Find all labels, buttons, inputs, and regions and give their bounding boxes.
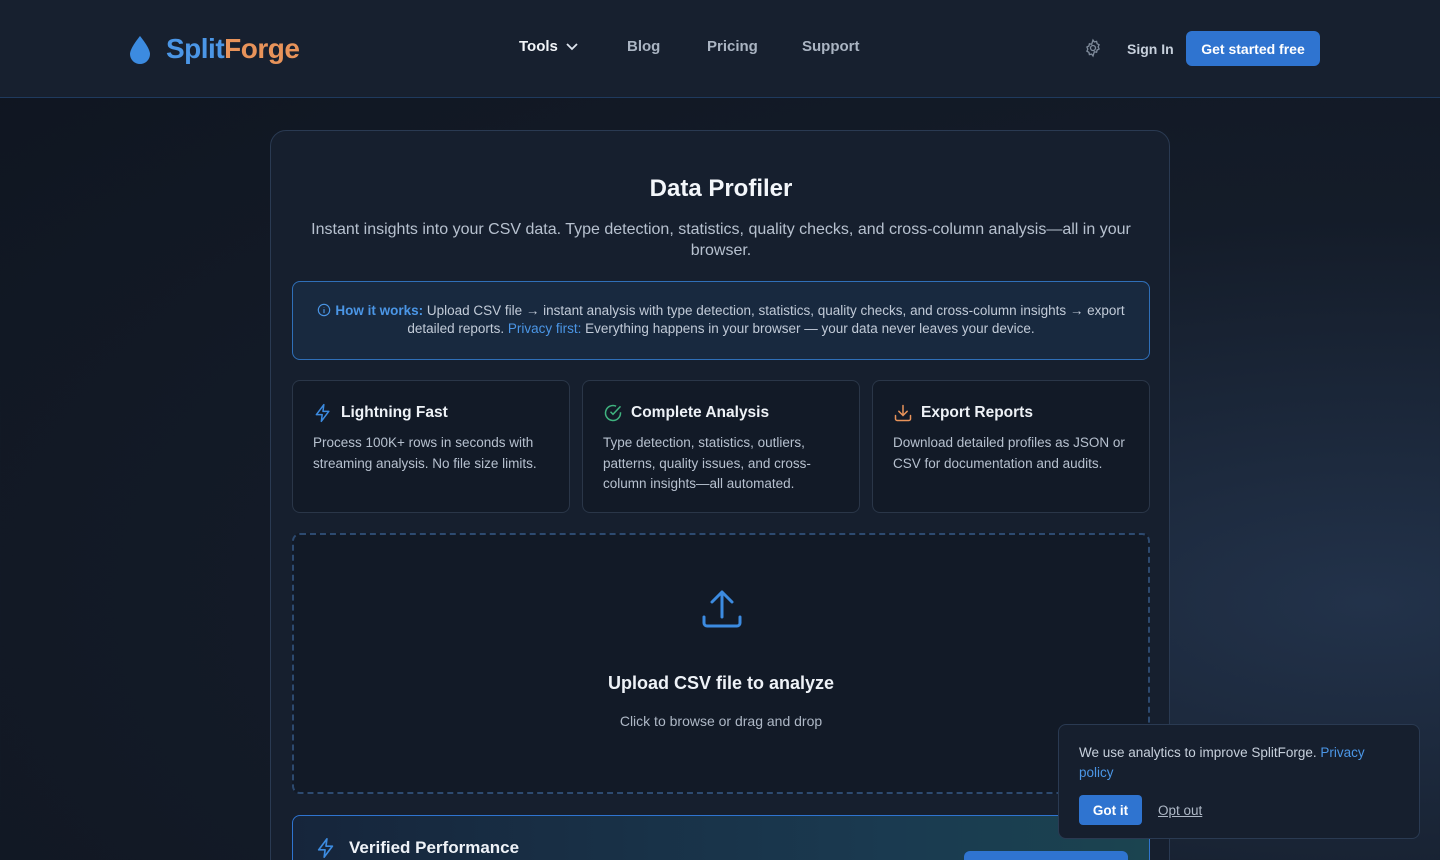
feature-desc: Type detection, statistics, outliers, pa… [603,435,811,491]
chevron-down-icon [566,42,578,50]
how-it-works-label: How it works: [335,303,424,318]
feature-title: Lightning Fast [341,404,448,421]
download-icon [894,404,912,422]
gear-icon[interactable] [1083,38,1103,58]
verified-action-button[interactable] [964,851,1128,860]
nav-tools[interactable]: Tools [519,38,578,55]
privacy-text: Everything happens in your browser — you… [581,321,1035,336]
info-icon [318,303,331,317]
page-title: Data Profiler [649,175,793,202]
feature-title: Export Reports [921,404,1033,421]
nav-support[interactable]: Support [802,38,860,55]
nav-pricing[interactable]: Pricing [707,38,758,55]
upload-title: Upload CSV file to analyze [607,673,835,693]
verified-title: Verified Performance [349,838,520,857]
feature-complete-analysis: Complete Analysis Type detection, statis… [582,380,860,513]
feature-lightning-fast: Lightning Fast Process 100K+ rows in sec… [292,380,570,513]
nav-blog[interactable]: Blog [627,38,660,55]
get-started-button[interactable]: Get started free [1186,31,1320,66]
privacy-first-label: Privacy first: [507,321,582,336]
profiler-card: Data Profiler Instant insights into your… [270,130,1170,860]
cookie-banner: We use analytics to improve SplitForge. … [1058,724,1420,839]
feature-desc: Process 100K+ rows in seconds with strea… [313,435,537,471]
opt-out-link[interactable]: Opt out [1158,803,1202,818]
upload-dropzone[interactable]: Upload CSV file to analyze Click to brow… [292,533,1150,794]
feature-desc: Download detailed profiles as JSON or CS… [893,435,1125,471]
got-it-button[interactable]: Got it [1079,795,1142,825]
upload-subtitle: Click to browse or drag and drop [619,713,823,729]
check-circle-icon [604,404,622,422]
sign-in-link[interactable]: Sign In [1127,41,1174,57]
site-header: SplitForge Tools Blog Pricing Support Si… [0,0,1440,98]
upload-icon [702,590,742,628]
lightning-icon [315,403,330,423]
cookie-text: We use analytics to improve SplitForge. … [1079,745,1365,780]
lightning-icon [317,838,334,858]
how-it-works-box: How it works: Upload CSV file → instant … [292,281,1150,360]
feature-export-reports: Export Reports Download detailed profile… [872,380,1150,513]
verified-performance-panel: Verified Performance [292,815,1150,860]
page-subtitle: Instant insights into your CSV data. Typ… [311,221,1131,259]
feature-title: Complete Analysis [631,404,770,421]
